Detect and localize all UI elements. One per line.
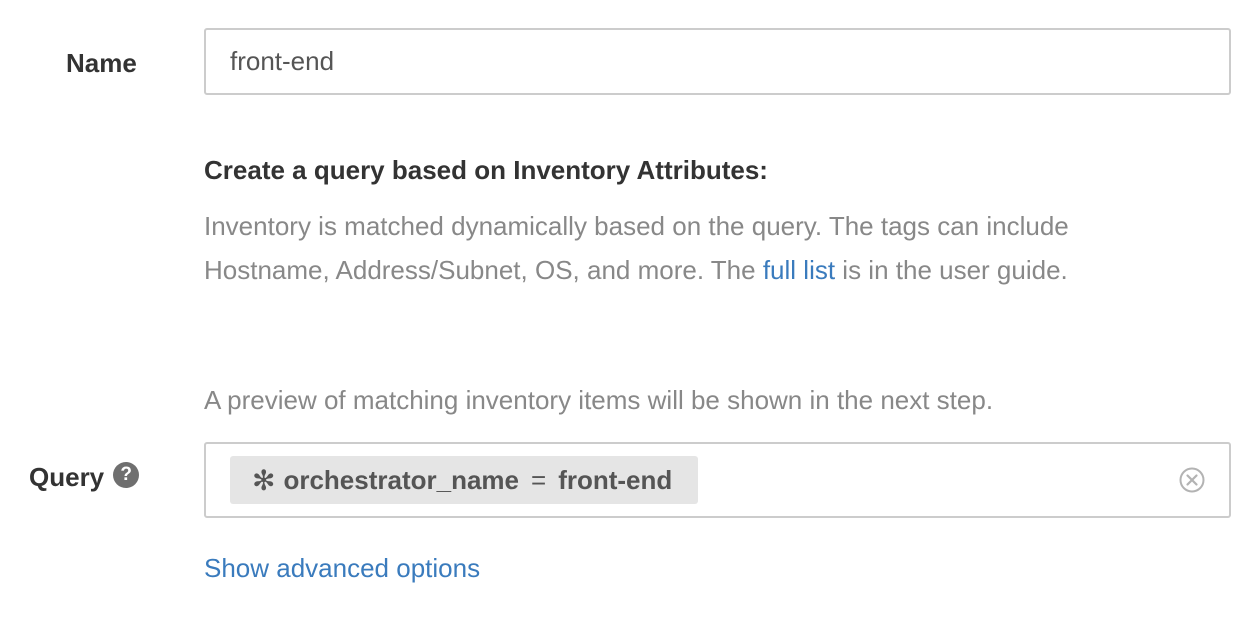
- description-text-part2: is in the user guide.: [835, 255, 1068, 285]
- query-label: Query: [29, 462, 105, 492]
- token-operator: =: [531, 464, 547, 495]
- token-attribute: orchestrator_name: [283, 464, 520, 495]
- scope-form: Name Create a query based on Inventory A…: [0, 0, 1256, 620]
- asterisk-icon: ✻: [252, 464, 276, 496]
- query-input[interactable]: ✻ orchestrator_name = front-end: [204, 442, 1231, 518]
- query-label-group: Query ?: [29, 461, 140, 493]
- name-label: Name: [66, 48, 137, 78]
- preview-note: A preview of matching inventory items wi…: [204, 385, 994, 415]
- help-icon[interactable]: ?: [113, 461, 140, 488]
- query-description: Inventory is matched dynamically based o…: [204, 204, 1114, 292]
- clear-icon[interactable]: [1179, 467, 1205, 493]
- name-input[interactable]: [204, 28, 1231, 95]
- query-token[interactable]: ✻ orchestrator_name = front-end: [230, 456, 699, 504]
- full-list-link[interactable]: full list: [763, 255, 835, 285]
- query-section-heading: Create a query based on Inventory Attrib…: [204, 155, 768, 185]
- show-advanced-options-link[interactable]: Show advanced options: [204, 553, 480, 584]
- token-value: front-end: [558, 464, 673, 495]
